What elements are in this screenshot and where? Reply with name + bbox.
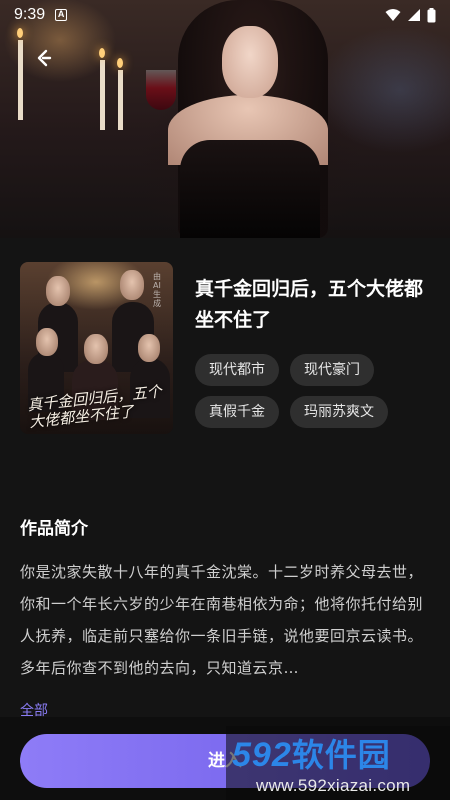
tag-chip[interactable]: 真假千金 bbox=[195, 396, 279, 428]
cover-face bbox=[138, 334, 160, 362]
wine-glass bbox=[146, 70, 176, 110]
book-title: 真千金回归后，五个大佬都坐不住了 bbox=[195, 278, 424, 331]
candle-decoration bbox=[118, 70, 123, 130]
tag-chip[interactable]: 现代豪门 bbox=[290, 354, 374, 386]
tag-chip[interactable]: 现代都市 bbox=[195, 354, 279, 386]
watermark-url: www.592xiazai.com bbox=[256, 776, 411, 795]
hero-image bbox=[0, 0, 450, 238]
candle-decoration bbox=[18, 40, 23, 120]
cover-face bbox=[84, 334, 108, 364]
figure-face bbox=[222, 26, 278, 98]
wifi-icon bbox=[385, 9, 401, 21]
intro-heading: 作品简介 bbox=[20, 519, 88, 539]
ai-generated-label: 由AI生成 bbox=[153, 272, 161, 308]
back-arrow-icon bbox=[37, 49, 52, 67]
detail-panel: 真千金回归后，五个大佬都坐不住了 由AI生成 真千金回归后，五个大佬都坐不住了 … bbox=[0, 238, 450, 800]
status-bar: 9:39 A bbox=[0, 0, 450, 30]
tag-list: 现代都市 现代豪门 真假千金 玛丽苏爽文 bbox=[195, 354, 435, 428]
figure-dress bbox=[180, 140, 320, 238]
intro-text: 你是沈家失散十八年的真千金沈棠。十二岁时养父母去世，你和一个年长六岁的少年在南巷… bbox=[20, 563, 424, 677]
candle-decoration bbox=[100, 60, 105, 130]
status-time: 9:39 bbox=[14, 6, 46, 23]
watermark-logo-text: 软件园 bbox=[291, 736, 391, 774]
site-watermark: 592软件园 www.592xiazai.com bbox=[226, 726, 450, 800]
book-cover[interactable]: 真千金回归后，五个大佬都坐不住了 由AI生成 bbox=[20, 262, 173, 434]
watermark-logo: 592软件园 bbox=[232, 730, 391, 776]
tag-chip[interactable]: 玛丽苏爽文 bbox=[290, 396, 388, 428]
cover-face bbox=[120, 270, 144, 300]
cover-face bbox=[36, 328, 58, 356]
flame-decoration bbox=[117, 58, 123, 68]
watermark-digits: 592 bbox=[232, 736, 292, 774]
flame-decoration bbox=[99, 48, 105, 58]
battery-icon bbox=[427, 7, 436, 22]
signal-icon bbox=[408, 9, 420, 21]
back-button[interactable] bbox=[30, 44, 58, 72]
cover-face bbox=[46, 276, 70, 306]
notification-a-icon: A bbox=[55, 9, 68, 21]
